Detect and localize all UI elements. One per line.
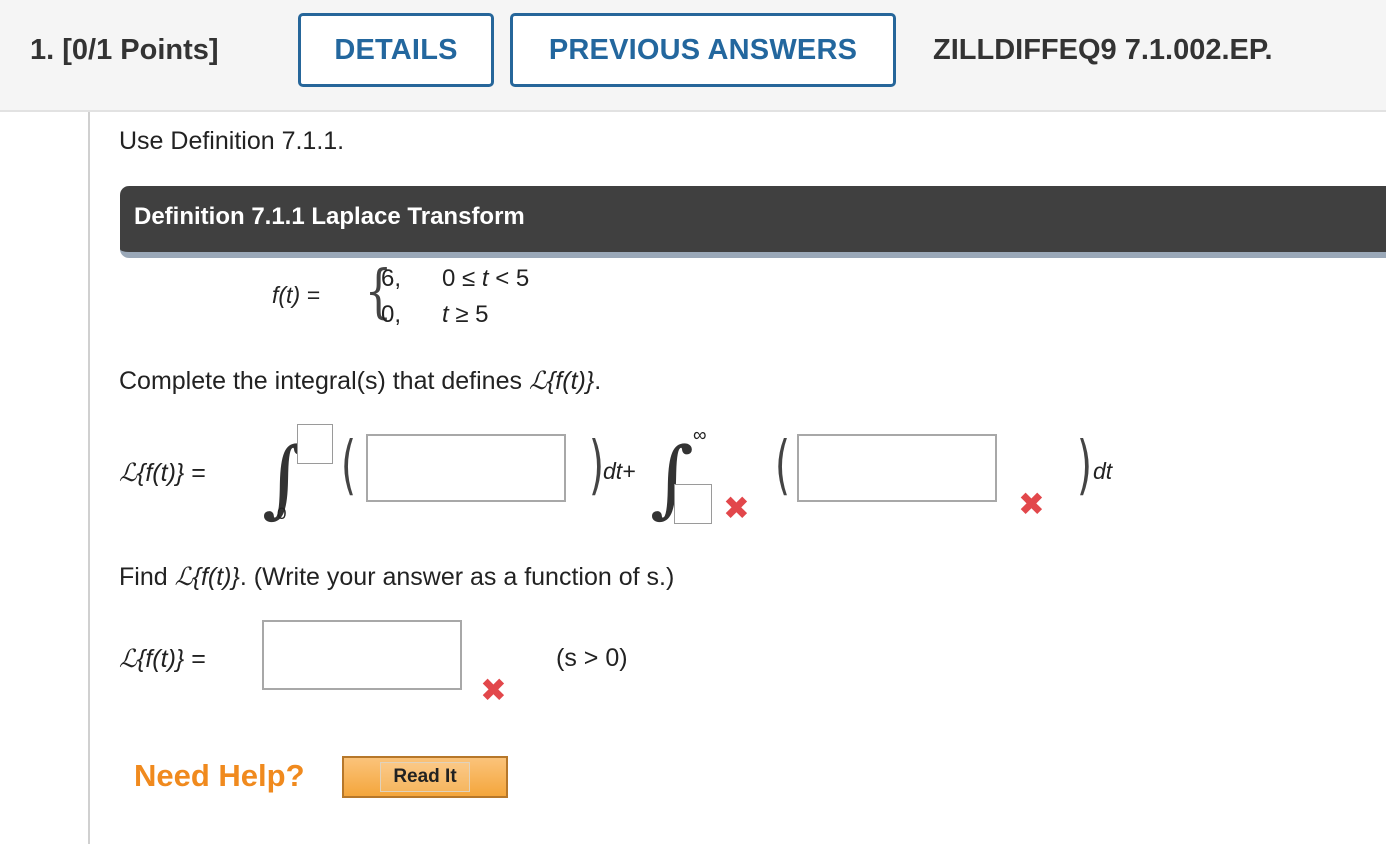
- definition-header: Definition 7.1.1 Laplace Transform: [120, 186, 1386, 258]
- dt-label: dt: [1093, 458, 1113, 484]
- x-mark-icon: ✖: [480, 672, 507, 708]
- integrand-input-1[interactable]: [366, 434, 566, 502]
- answer-input[interactable]: [262, 620, 462, 690]
- details-button[interactable]: DETAILS: [298, 13, 494, 87]
- case2-condition: t ≥ 5: [442, 301, 489, 328]
- instruction-text: Use Definition 7.1.1.: [119, 127, 345, 155]
- close-paren-2: ): [1076, 429, 1092, 503]
- domain-condition: (s > 0): [556, 644, 628, 672]
- read-it-button[interactable]: Read It: [342, 756, 508, 798]
- answer-lhs: ℒ{f(t)} =: [119, 644, 206, 673]
- content-left-rule: [88, 112, 90, 844]
- previous-answers-button[interactable]: PREVIOUS ANSWERS: [510, 13, 896, 87]
- open-paren-2: (: [774, 429, 790, 503]
- lower-limit-input-2[interactable]: [674, 484, 712, 524]
- integrand-input-2[interactable]: [797, 434, 997, 502]
- upper-limit-input-1[interactable]: [297, 424, 333, 464]
- case2-value: 0,: [381, 301, 402, 328]
- problem-code: ZILLDIFFEQ9 7.1.002.EP.: [933, 34, 1273, 66]
- open-paren-1: (: [340, 429, 356, 503]
- case1-value: 6,: [381, 265, 402, 292]
- upper-limit-2: ∞: [693, 425, 707, 446]
- x-mark-icon: ✖: [723, 490, 750, 526]
- integral-prompt: Complete the integral(s) that defines ℒ{…: [119, 366, 602, 395]
- read-it-label: Read It: [380, 762, 470, 792]
- case1-condition: 0 ≤ t < 5: [442, 265, 530, 292]
- question-header: 1. [0/1 Points] DETAILS PREVIOUS ANSWERS…: [0, 0, 1386, 112]
- lower-limit-1: 0: [277, 504, 287, 523]
- find-prompt: Find ℒ{f(t)}. (Write your answer as a fu…: [119, 562, 675, 591]
- function-lhs: f(t) =: [272, 282, 320, 308]
- close-paren-1: ): [588, 429, 604, 503]
- dt-plus: dt+: [603, 458, 636, 484]
- integral-lhs: ℒ{f(t)} =: [119, 458, 206, 487]
- question-points-label: 1. [0/1 Points]: [30, 34, 219, 66]
- definition-title: Definition 7.1.1 Laplace Transform: [134, 203, 525, 230]
- need-help-label: Need Help?: [134, 758, 305, 793]
- x-mark-icon: ✖: [1018, 486, 1045, 522]
